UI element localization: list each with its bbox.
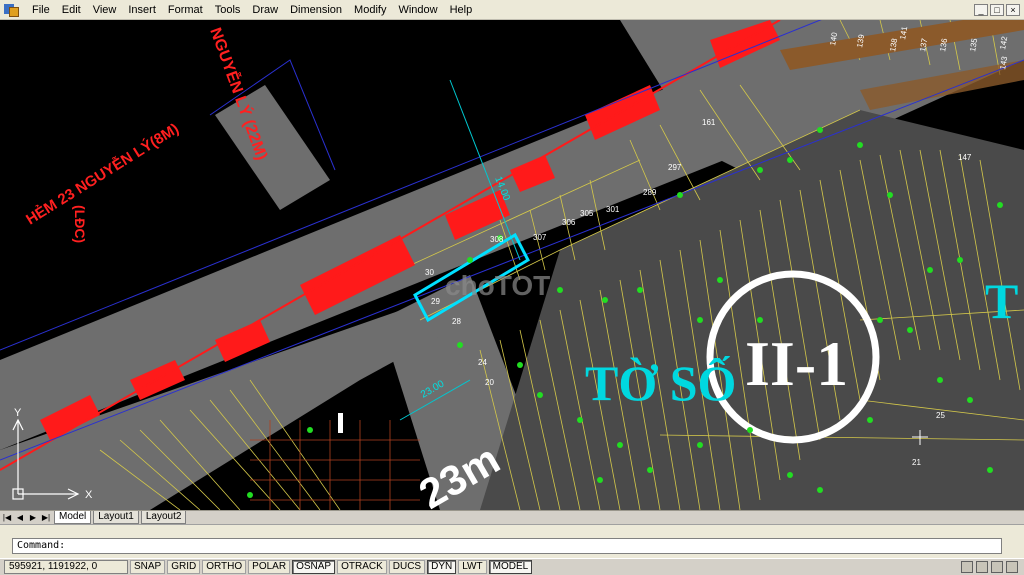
menu-modify[interactable]: Modify (348, 0, 392, 20)
brick-grid (250, 420, 420, 510)
last-tab-button[interactable]: ▶| (40, 512, 52, 524)
ortho-toggle[interactable]: ORTHO (202, 560, 247, 574)
restore-button[interactable]: □ (990, 3, 1004, 16)
parcel-29: 29 (431, 297, 440, 306)
status-menu-icon[interactable] (1006, 561, 1018, 573)
parcel-307: 307 (533, 233, 547, 242)
menu-draw[interactable]: Draw (246, 0, 284, 20)
ducs-toggle[interactable]: DUCS (388, 560, 426, 574)
menu-insert[interactable]: Insert (122, 0, 162, 20)
big-letter-t: T (985, 273, 1018, 329)
menu-file[interactable]: File (26, 0, 56, 20)
osnap-toggle[interactable]: OSNAP (292, 560, 336, 574)
watermark: choTOT (445, 270, 550, 301)
menu-dimension[interactable]: Dimension (284, 0, 348, 20)
menu-bar: File Edit View Insert Format Tools Draw … (0, 0, 1024, 20)
tab-layout1[interactable]: Layout1 (93, 511, 139, 524)
layout-tab-bar: |◀ ◀ ▶ ▶| Model Layout1 Layout2 (0, 510, 1024, 524)
parcel-24: 24 (478, 358, 487, 367)
menu-window[interactable]: Window (392, 0, 443, 20)
street-label-ldc: (LĐC) (72, 205, 88, 243)
cad-drawing: HẺM 23 NGUYỄN LÝ(8M) (LĐC) NGUYỄN LÝ (22… (0, 20, 1024, 510)
sheet-number: II-1 (745, 328, 848, 399)
parcel-25: 25 (936, 411, 945, 420)
command-input[interactable]: Command: (12, 538, 1002, 554)
dyn-toggle[interactable]: DYN (427, 560, 457, 574)
parcel-301: 301 (606, 205, 620, 214)
parcel-308: 308 (490, 235, 504, 244)
side-lane (215, 85, 330, 210)
autocad-app-icon[interactable] (4, 3, 20, 17)
menu-format[interactable]: Format (162, 0, 209, 20)
parcel-28: 28 (452, 317, 461, 326)
polar-toggle[interactable]: POLAR (248, 560, 291, 574)
grid-toggle[interactable]: GRID (167, 560, 201, 574)
command-area: Command: (0, 524, 1024, 558)
lwt-toggle[interactable]: LWT (458, 560, 487, 574)
parcel-30: 30 (425, 268, 434, 277)
status-bar: 595921, 1191922, 0 SNAP GRID ORTHO POLAR… (0, 558, 1024, 575)
sheet-label: TỜ SỐ (585, 354, 736, 411)
close-button[interactable]: × (1006, 3, 1020, 16)
street-label-hem23: HẺM 23 NGUYỄN LÝ(8M) (23, 119, 182, 228)
parcel-161: 161 (702, 118, 716, 127)
annotation-icon[interactable] (991, 561, 1003, 573)
parcel-147: 147 (958, 153, 972, 162)
otrack-toggle[interactable]: OTRACK (337, 560, 387, 574)
parcel-20: 20 (485, 378, 494, 387)
ucs-x-label: X (85, 489, 93, 501)
tab-layout2[interactable]: Layout2 (140, 511, 187, 524)
minimize-button[interactable]: _ (974, 3, 988, 16)
parcel-306: 306 (562, 218, 576, 227)
parcel-289: 289 (643, 188, 657, 197)
snap-toggle[interactable]: SNAP (130, 560, 166, 574)
parcel-21: 21 (912, 458, 921, 467)
drawing-canvas[interactable]: HẺM 23 NGUYỄN LÝ(8M) (LĐC) NGUYỄN LÝ (22… (0, 20, 1024, 510)
prev-tab-button[interactable]: ◀ (14, 512, 26, 524)
next-tab-button[interactable]: ▶ (27, 512, 39, 524)
menu-edit[interactable]: Edit (56, 0, 87, 20)
tab-model[interactable]: Model (54, 511, 92, 524)
model-toggle[interactable]: MODEL (488, 560, 533, 574)
menu-view[interactable]: View (87, 0, 123, 20)
menu-tools[interactable]: Tools (209, 0, 247, 20)
white-mark (338, 413, 343, 433)
parcel-305: 305 (580, 209, 594, 218)
parcel-297: 297 (668, 163, 682, 172)
comm-center-icon[interactable] (961, 561, 973, 573)
coordinate-readout: 595921, 1191922, 0 (4, 560, 128, 574)
ucs-y-label: Y (14, 407, 22, 419)
menu-help[interactable]: Help (444, 0, 479, 20)
lock-icon[interactable] (976, 561, 988, 573)
first-tab-button[interactable]: |◀ (1, 512, 13, 524)
